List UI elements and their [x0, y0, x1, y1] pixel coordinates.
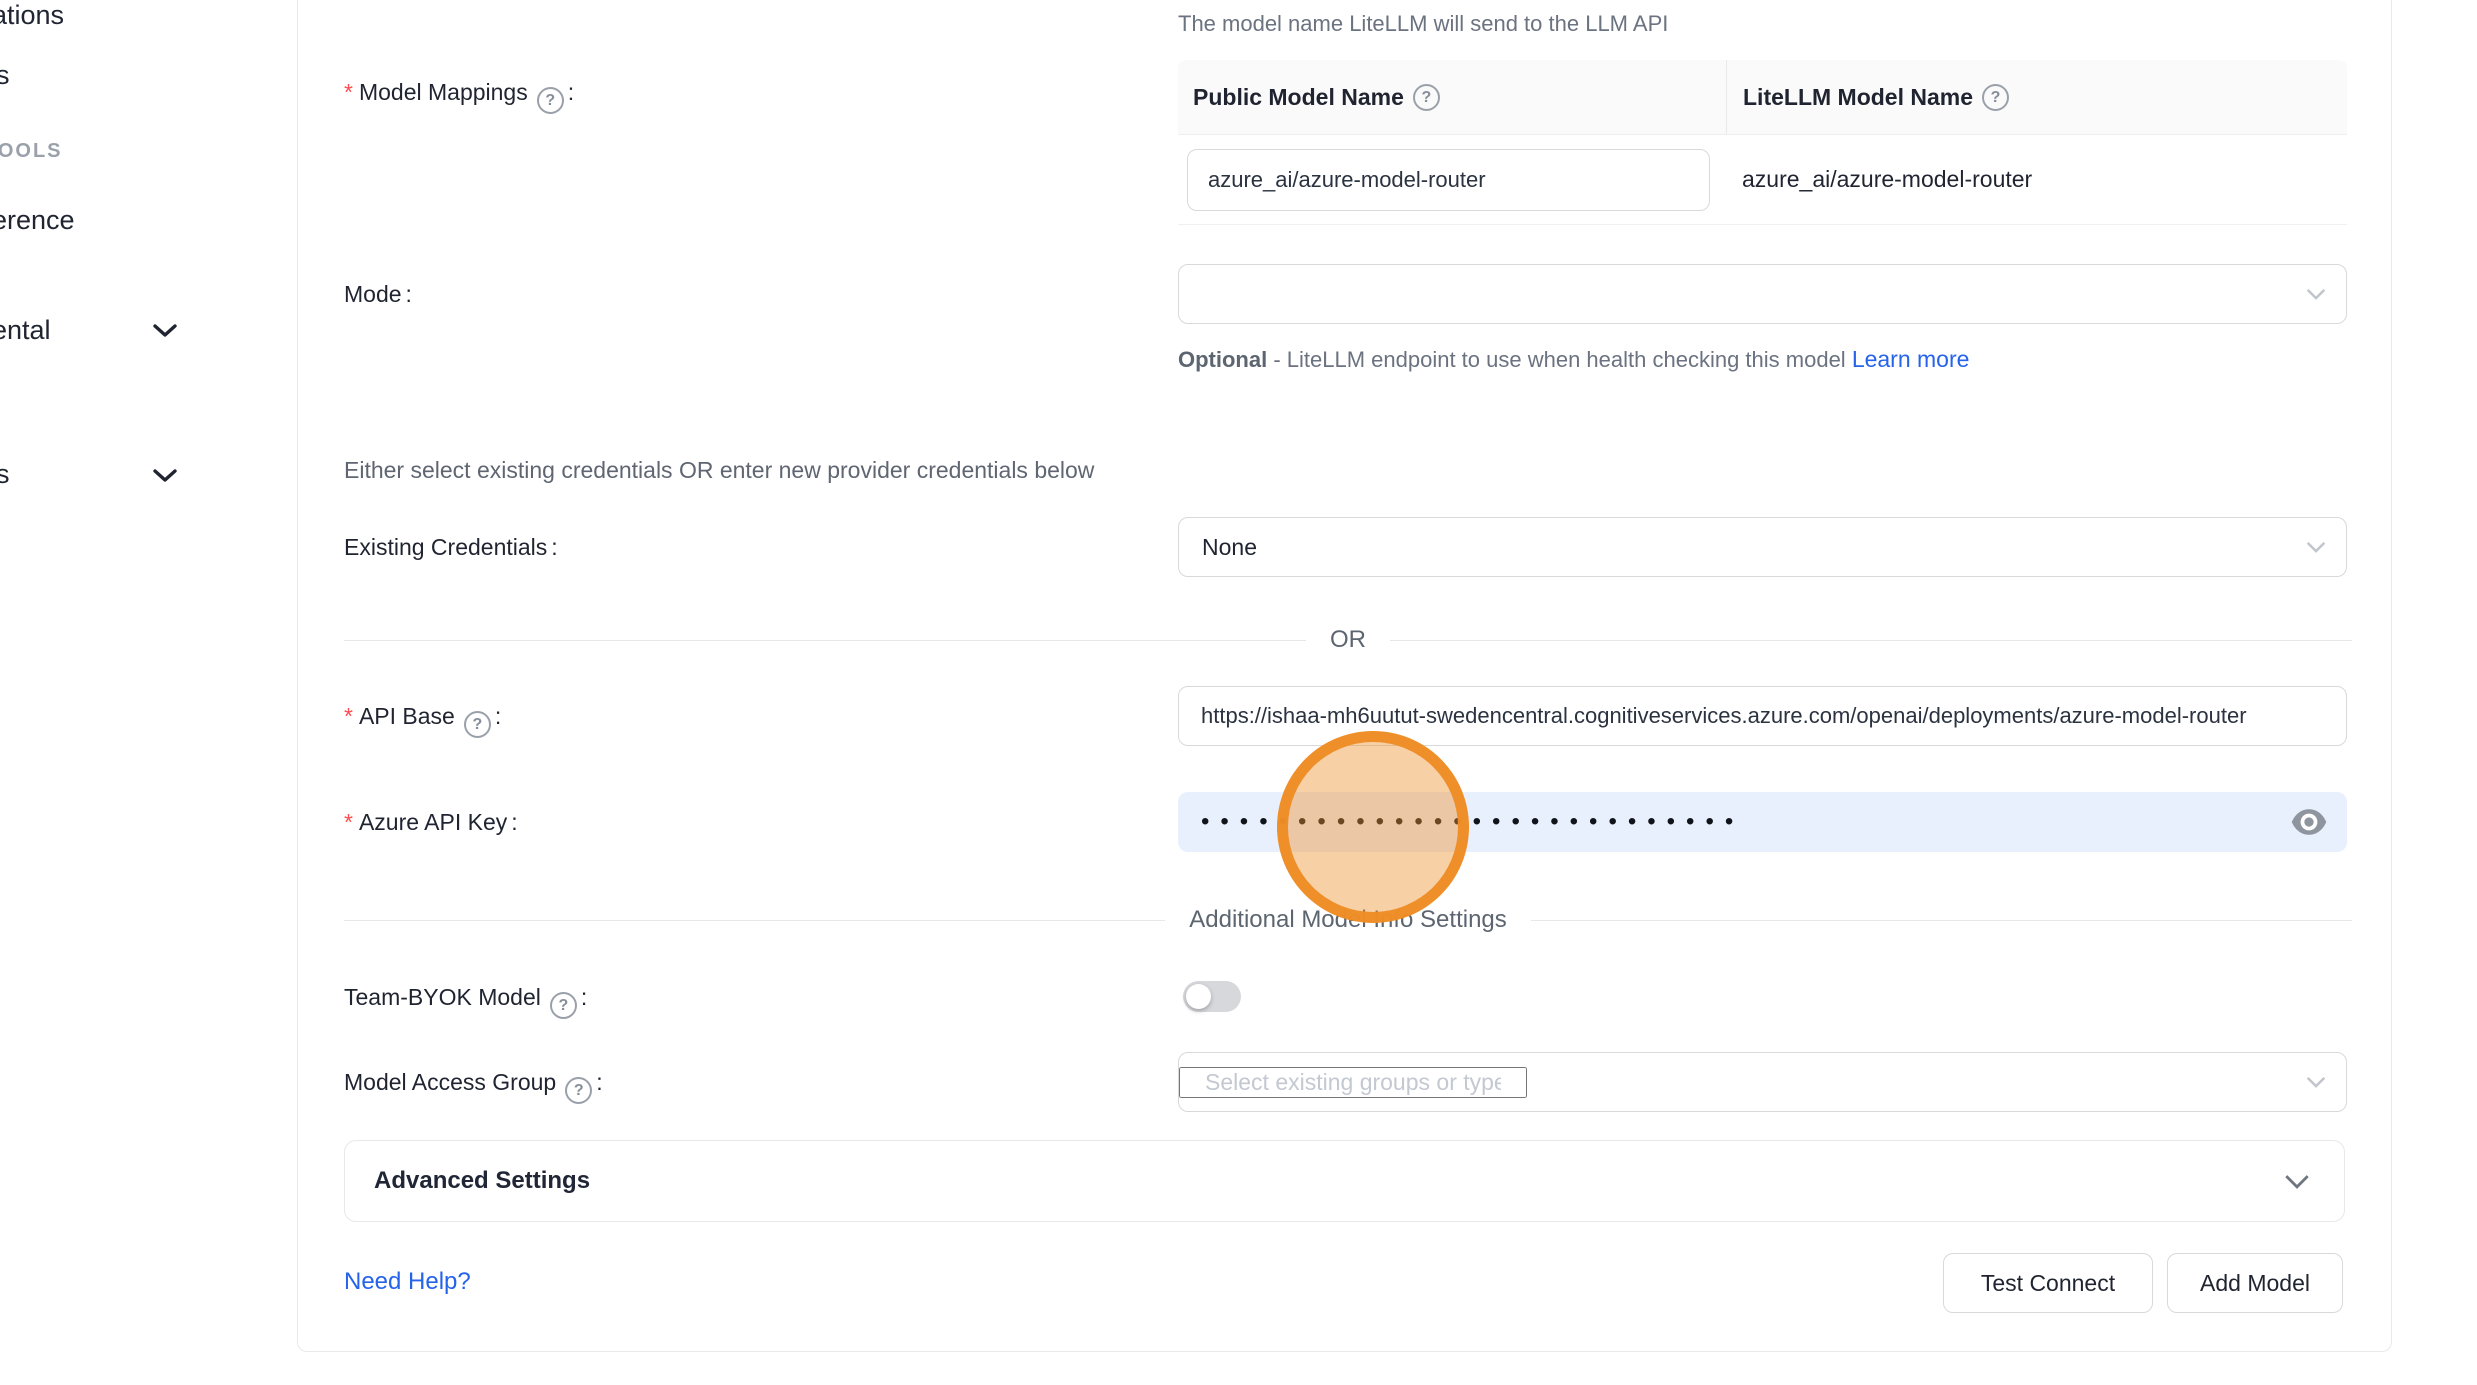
divider-line — [344, 920, 1165, 921]
mode-helper-text: Optional - LiteLLM endpoint to use when … — [1178, 340, 1988, 379]
chevron-down-icon — [2306, 1076, 2326, 1088]
existing-credentials-label: Existing Credentials: — [344, 530, 558, 564]
optional-bold: Optional — [1178, 347, 1267, 372]
help-question-icon[interactable]: ? — [537, 87, 564, 114]
add-model-page: ations s TOOLS erence ental s The model … — [0, 0, 2477, 1385]
help-question-icon[interactable]: ? — [464, 711, 491, 738]
model-access-group-input[interactable] — [1179, 1067, 1527, 1098]
api-base-field — [1178, 686, 2347, 746]
model-access-group-select[interactable] — [1178, 1052, 2347, 1112]
azure-api-key-input[interactable]: •••••••••••••••••••••••••••• — [1178, 792, 2347, 852]
column-header-litellm-model-name: LiteLLM Model Name? — [1727, 60, 2347, 134]
mode-label: Mode: — [344, 277, 412, 311]
model-mappings-label: *Model Mappings?: — [344, 75, 574, 114]
sidebar-item-settings[interactable]: s — [0, 459, 10, 490]
public-model-name-input[interactable] — [1187, 149, 1710, 211]
sidebar-item-label: s — [0, 60, 10, 90]
toggle-knob — [1186, 984, 1211, 1009]
column-header-public-model-name: Public Model Name? — [1178, 60, 1727, 134]
additional-settings-divider: Additional Model Info Settings — [344, 907, 2352, 933]
sidebar-item-users[interactable]: s — [0, 60, 10, 91]
eye-icon — [2291, 808, 2327, 836]
chevron-down-icon — [153, 469, 177, 483]
existing-credentials-value: None — [1202, 534, 1257, 561]
masked-password-dots: •••••••••••••••••••••••••••• — [1201, 808, 1744, 836]
divider-line — [1531, 920, 2352, 921]
help-question-icon[interactable]: ? — [1982, 84, 2009, 111]
table-row: azure_ai/azure-model-router — [1178, 135, 2347, 225]
divider-line — [344, 640, 1306, 641]
sidebar: ations s TOOLS erence ental s — [0, 0, 297, 1385]
password-visibility-toggle[interactable] — [2291, 808, 2327, 836]
sidebar-section-tools: TOOLS — [0, 140, 63, 163]
advanced-settings-panel[interactable]: Advanced Settings — [344, 1140, 2345, 1222]
team-byok-label: Team-BYOK Model?: — [344, 980, 587, 1019]
chevron-down-icon — [2306, 288, 2326, 300]
model-name-helper-text: The model name LiteLLM will send to the … — [1178, 7, 1668, 41]
sidebar-item-label: s — [0, 459, 10, 489]
test-connect-button[interactable]: Test Connect — [1943, 1253, 2153, 1313]
help-question-icon[interactable]: ? — [565, 1077, 592, 1104]
sidebar-item-label: ental — [0, 315, 51, 345]
sidebar-item-experimental[interactable]: ental — [0, 315, 51, 346]
advanced-settings-title: Advanced Settings — [374, 1167, 590, 1195]
sidebar-item-organizations[interactable]: ations — [0, 0, 64, 31]
team-byok-toggle[interactable] — [1183, 981, 1241, 1012]
model-mappings-table: Public Model Name? LiteLLM Model Name? a… — [1178, 60, 2347, 225]
azure-api-key-label: *Azure API Key: — [344, 805, 518, 839]
litellm-model-name-value: azure_ai/azure-model-router — [1742, 166, 2032, 193]
sidebar-item-label: erence — [0, 205, 75, 235]
api-base-label: *API Base?: — [344, 699, 501, 738]
mode-select[interactable] — [1178, 264, 2347, 324]
sidebar-item-api-reference[interactable]: erence — [0, 205, 75, 236]
chevron-down-icon — [153, 324, 177, 338]
required-marker: * — [344, 79, 353, 105]
required-marker: * — [344, 809, 353, 835]
divider-line — [1390, 640, 2352, 641]
chevron-down-icon — [2284, 1174, 2310, 1189]
or-divider: OR — [344, 627, 2352, 653]
help-question-icon[interactable]: ? — [1413, 84, 1440, 111]
help-question-icon[interactable]: ? — [550, 992, 577, 1019]
api-base-input[interactable] — [1179, 687, 2346, 745]
credentials-note: Either select existing credentials OR en… — [344, 453, 1094, 487]
or-divider-text: OR — [1330, 626, 1366, 654]
sidebar-section-label: TOOLS — [0, 140, 63, 162]
table-header-row: Public Model Name? LiteLLM Model Name? — [1178, 60, 2347, 135]
required-marker: * — [344, 703, 353, 729]
model-access-group-label: Model Access Group?: — [344, 1065, 603, 1104]
add-model-button[interactable]: Add Model — [2167, 1253, 2343, 1313]
additional-settings-divider-text: Additional Model Info Settings — [1189, 906, 1507, 934]
need-help-link[interactable]: Need Help? — [344, 1265, 471, 1299]
learn-more-link[interactable]: Learn more — [1852, 346, 1970, 372]
chevron-down-icon — [2306, 541, 2326, 553]
sidebar-item-label: ations — [0, 0, 64, 30]
existing-credentials-select[interactable]: None — [1178, 517, 2347, 577]
